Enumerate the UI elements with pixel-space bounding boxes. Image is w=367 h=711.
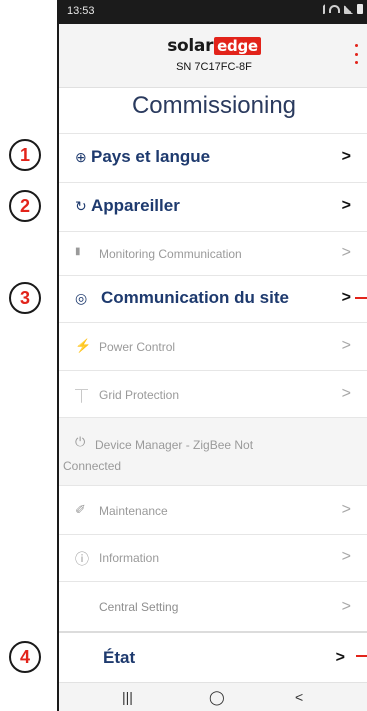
chevron-right-icon: > bbox=[341, 385, 351, 402]
status-time: 13:53 bbox=[67, 5, 95, 17]
phone-screen: 13:53 solar edge SN 7C17FC-8F Commissioni… bbox=[57, 0, 367, 711]
menu-item-label: Appareiller bbox=[91, 196, 180, 215]
menu-item-site-communication[interactable]: ◎ Communication du site > bbox=[59, 275, 367, 322]
annotation-line-4 bbox=[356, 655, 367, 657]
annotation-badge-2: 2 bbox=[9, 190, 41, 222]
chevron-right-icon: > bbox=[341, 197, 351, 214]
menu-item-label: Information bbox=[99, 551, 160, 565]
status-bar: 13:53 bbox=[59, 0, 367, 24]
menu-item-information[interactable]: ⓘ Information > bbox=[59, 534, 367, 581]
serial-number: SN 7C17FC-8F bbox=[176, 61, 252, 73]
annotation-badge-3: 3 bbox=[9, 282, 41, 314]
chevron-right-icon: > bbox=[341, 598, 351, 615]
app-header: solar edge SN 7C17FC-8F bbox=[59, 24, 367, 88]
system-navigation-bar: ||| ◯ < bbox=[59, 682, 367, 711]
lightning-icon: ⚡ bbox=[75, 338, 92, 353]
menu-item-label: Maintenance bbox=[99, 504, 168, 518]
home-icon[interactable]: ◯ bbox=[209, 689, 225, 706]
overflow-menu-icon[interactable] bbox=[353, 44, 359, 64]
bar-chart-icon: ▮ bbox=[75, 246, 81, 257]
menu-item-maintenance[interactable]: ✐ Maintenance > bbox=[59, 485, 367, 534]
menu-item-status[interactable]: État > bbox=[59, 631, 367, 682]
chevron-right-icon: > bbox=[341, 548, 351, 565]
annotation-line-3 bbox=[355, 297, 367, 299]
signal-icon bbox=[344, 4, 353, 14]
power-tower-icon: ⏉ bbox=[75, 389, 89, 404]
logo-text-edge: edge bbox=[214, 37, 261, 55]
menu-item-device-manager[interactable]: ⏻ Device Manager - ZigBee Not Connected bbox=[59, 417, 367, 485]
recent-apps-icon[interactable]: ||| bbox=[122, 689, 133, 705]
menu-item-label: Grid Protection bbox=[99, 388, 180, 402]
menu-item-label: Pays et langue bbox=[91, 147, 211, 166]
menu-item-pairing[interactable]: ↻ Appareiller > bbox=[59, 182, 367, 231]
menu-item-grid-protection[interactable]: ⏉ Grid Protection > bbox=[59, 370, 367, 417]
menu-item-label: Device Manager - ZigBee Not Connected bbox=[63, 438, 254, 473]
sync-icon: ↻ bbox=[75, 198, 87, 214]
chevron-right-icon: > bbox=[341, 148, 351, 165]
menu-item-label: État bbox=[103, 648, 136, 667]
menu-item-central-setting[interactable]: Central Setting > bbox=[59, 581, 367, 631]
globe-icon: ⊕ bbox=[75, 149, 87, 165]
menu-item-monitoring-communication[interactable]: ▮ Monitoring Communication > bbox=[59, 231, 367, 275]
menu-item-label: Power Control bbox=[99, 340, 176, 354]
menu-item-country-language[interactable]: ⊕ Pays et langue > bbox=[59, 133, 367, 182]
menu-item-power-control[interactable]: ⚡ Power Control > bbox=[59, 322, 367, 370]
annotation-badge-4: 4 bbox=[9, 641, 41, 673]
wifi-icon bbox=[329, 5, 340, 13]
solaredge-logo: solar edge bbox=[59, 36, 367, 56]
menu-item-label: Monitoring Communication bbox=[99, 247, 242, 261]
info-icon: ⓘ bbox=[75, 551, 89, 567]
back-icon[interactable]: < bbox=[295, 689, 303, 705]
wrench-icon: ✐ bbox=[75, 502, 86, 517]
menu-item-label: Central Setting bbox=[99, 600, 179, 614]
chevron-right-icon: > bbox=[341, 289, 351, 306]
chevron-right-icon: > bbox=[341, 244, 351, 261]
status-icons bbox=[319, 4, 363, 14]
menu-item-label: Communication du site bbox=[101, 288, 289, 307]
bluetooth-icon bbox=[319, 4, 325, 14]
page-title: Commissioning bbox=[131, 92, 297, 119]
annotation-badge-1: 1 bbox=[9, 139, 41, 171]
chevron-right-icon: > bbox=[335, 649, 345, 666]
battery-icon bbox=[357, 4, 363, 14]
chevron-right-icon: > bbox=[341, 501, 351, 518]
chevron-right-icon: > bbox=[341, 337, 351, 354]
location-pin-icon: ◎ bbox=[75, 290, 88, 306]
logo-text-solar: solar bbox=[167, 36, 214, 56]
